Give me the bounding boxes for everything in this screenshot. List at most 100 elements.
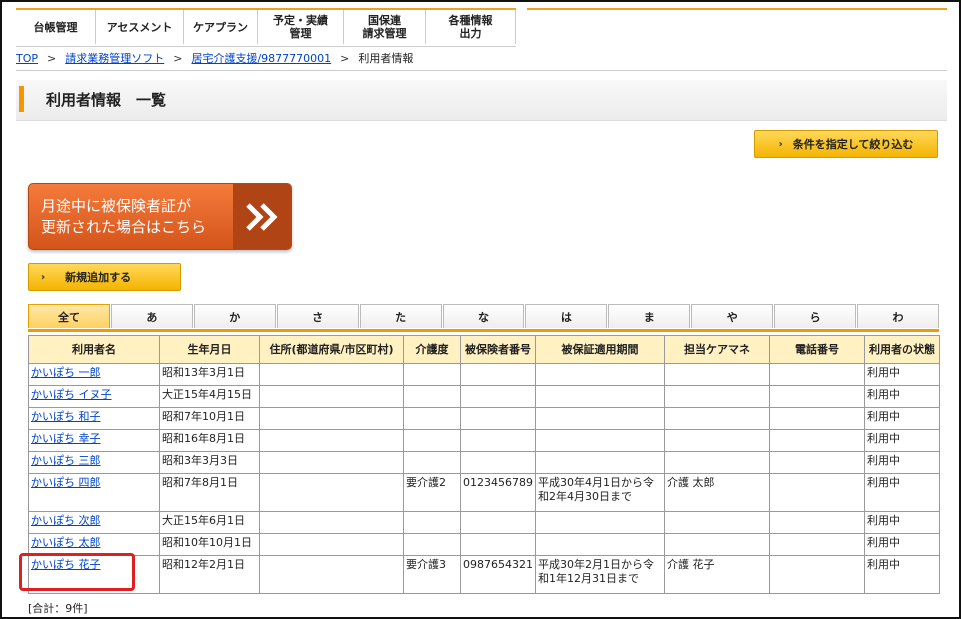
col-header-insured-number: 被保険者番号: [460, 335, 536, 364]
tab-ma[interactable]: ま: [608, 304, 691, 328]
name-cell: かいぽち 四郎: [28, 473, 160, 512]
period-cell: 平成30年2月1日から令和1年12月31日まで: [535, 555, 665, 594]
birthdate-cell: 昭和3年3月3日: [159, 451, 260, 474]
birthdate-cell: 昭和13年3月1日: [159, 363, 260, 386]
user-name-link[interactable]: かいぽち 一郎: [31, 366, 101, 379]
care-manager-cell: [664, 533, 770, 556]
add-button-label: 新規追加する: [65, 271, 132, 284]
insured-number-cell: [460, 429, 536, 452]
insured-number-cell: [460, 451, 536, 474]
breadcrumb-software-link[interactable]: 請求業務管理ソフト: [65, 52, 164, 65]
phone-cell: [769, 407, 865, 430]
tab-wa[interactable]: わ: [857, 304, 939, 328]
name-cell: かいぽち 和子: [28, 407, 160, 430]
phone-cell: [769, 511, 865, 534]
user-name-link[interactable]: かいぽち 太郎: [31, 536, 101, 549]
nav-schedule[interactable]: 予定・実績 管理: [258, 10, 344, 44]
breadcrumb-separator: >: [47, 52, 57, 65]
birthdate-cell: 昭和7年10月1日: [159, 407, 260, 430]
col-header-status: 利用者の状態: [864, 335, 940, 364]
tab-ta[interactable]: た: [359, 304, 442, 328]
tab-sa[interactable]: さ: [276, 304, 359, 328]
nav-assessment[interactable]: アセスメント: [96, 10, 184, 44]
breadcrumb-office-link[interactable]: 居宅介護支援/9877770001: [191, 52, 331, 65]
name-cell: かいぽち イヌ子: [28, 385, 160, 408]
name-cell: かいぽち 三郎: [28, 451, 160, 474]
nav-ledger[interactable]: 台帳管理: [16, 10, 96, 44]
care-level-cell: [403, 429, 461, 452]
care-manager-cell: 介護 太郎: [664, 473, 770, 512]
phone-cell: [769, 473, 865, 512]
care-level-cell: [403, 533, 461, 556]
care-manager-cell: [664, 385, 770, 408]
user-table: 利用者名 生年月日 住所(都道府県/市区町村) 介護度 被保険者番号 被保証適用…: [28, 335, 940, 594]
selection-highlight: [19, 553, 135, 591]
col-header-address: 住所(都道府県/市区町村): [259, 335, 404, 364]
tab-ra[interactable]: ら: [774, 304, 857, 328]
status-cell: 利用中: [864, 363, 940, 386]
app-window: 台帳管理 アセスメント ケアプラン 予定・実績 管理 国保連 請求管理 各種情報…: [0, 0, 961, 619]
table-row: かいぽち 太郎 昭和10年10月1日 利用中: [28, 533, 940, 556]
status-cell: 利用中: [864, 429, 940, 452]
address-cell: [259, 429, 404, 452]
care-manager-cell: 介護 花子: [664, 555, 770, 594]
address-cell: [259, 473, 404, 512]
phone-cell: [769, 533, 865, 556]
status-cell: 利用中: [864, 555, 940, 594]
arrow-right-icon: ›: [778, 138, 783, 150]
user-name-link[interactable]: かいぽち 幸子: [31, 432, 101, 445]
insured-number-cell: [460, 533, 536, 556]
care-level-cell: [403, 451, 461, 474]
nav-billing[interactable]: 国保連 請求管理: [344, 10, 426, 44]
breadcrumb-top-link[interactable]: TOP: [16, 52, 38, 65]
table-row: かいぽち イヌ子 大正15年4月15日 利用中: [28, 385, 940, 408]
birthdate-cell: 昭和10年10月1日: [159, 533, 260, 556]
user-name-link[interactable]: かいぽち イヌ子: [31, 388, 112, 401]
address-cell: [259, 451, 404, 474]
col-header-phone: 電話番号: [769, 335, 865, 364]
user-name-link[interactable]: かいぽち 三郎: [31, 454, 101, 467]
insurance-update-banner[interactable]: 月途中に被保険者証が 更新された場合はこちら: [28, 183, 292, 250]
tab-na[interactable]: な: [442, 304, 525, 328]
double-chevron-right-icon: [233, 184, 291, 249]
care-manager-cell: [664, 429, 770, 452]
user-name-link[interactable]: かいぽち 次郎: [31, 514, 101, 527]
tab-ya[interactable]: や: [691, 304, 774, 328]
insured-number-cell: [460, 385, 536, 408]
period-cell: [535, 407, 665, 430]
nav-careplan[interactable]: ケアプラン: [184, 10, 258, 44]
address-cell: [259, 555, 404, 594]
banner-text: 月途中に被保険者証が 更新された場合はこちら: [41, 197, 207, 236]
kana-tabs: 全て あ か さ た な は ま や ら わ: [28, 304, 939, 332]
address-cell: [259, 385, 404, 408]
tab-ha[interactable]: は: [525, 304, 608, 328]
care-level-cell: 要介護2: [403, 473, 461, 512]
period-cell: 平成30年4月1日から令和2年4月30日まで: [535, 473, 665, 512]
birthdate-cell: 昭和16年8月1日: [159, 429, 260, 452]
user-name-link[interactable]: かいぽち 四郎: [31, 476, 101, 489]
add-new-button[interactable]: › 新規追加する: [28, 263, 181, 291]
table-body: かいぽち 一郎 昭和13年3月1日 利用中 かいぽち イヌ子 大正15年4月15日 利用中…: [28, 363, 940, 594]
user-name-link[interactable]: かいぽち 和子: [31, 410, 101, 423]
page-title-bar: 利用者情報 一覧: [16, 80, 947, 121]
breadcrumb-separator: >: [173, 52, 183, 65]
status-cell: 利用中: [864, 473, 940, 512]
name-cell: かいぽち 幸子: [28, 429, 160, 452]
table-header-row: 利用者名 生年月日 住所(都道府県/市区町村) 介護度 被保険者番号 被保証適用…: [28, 335, 940, 364]
nav-output[interactable]: 各種情報 出力: [426, 10, 516, 44]
address-cell: [259, 533, 404, 556]
filter-button[interactable]: › 条件を指定して絞り込む: [754, 130, 938, 158]
nav-accent-line: [527, 8, 947, 10]
status-cell: 利用中: [864, 385, 940, 408]
care-level-cell: [403, 385, 461, 408]
col-header-name: 利用者名: [28, 335, 160, 364]
col-header-care-level: 介護度: [403, 335, 461, 364]
tab-ka[interactable]: か: [193, 304, 276, 328]
phone-cell: [769, 451, 865, 474]
care-level-cell: 要介護3: [403, 555, 461, 594]
col-header-period: 被保証適用期間: [535, 335, 665, 364]
address-cell: [259, 407, 404, 430]
tab-all[interactable]: 全て: [28, 304, 110, 328]
phone-cell: [769, 555, 865, 594]
tab-a[interactable]: あ: [110, 304, 193, 328]
